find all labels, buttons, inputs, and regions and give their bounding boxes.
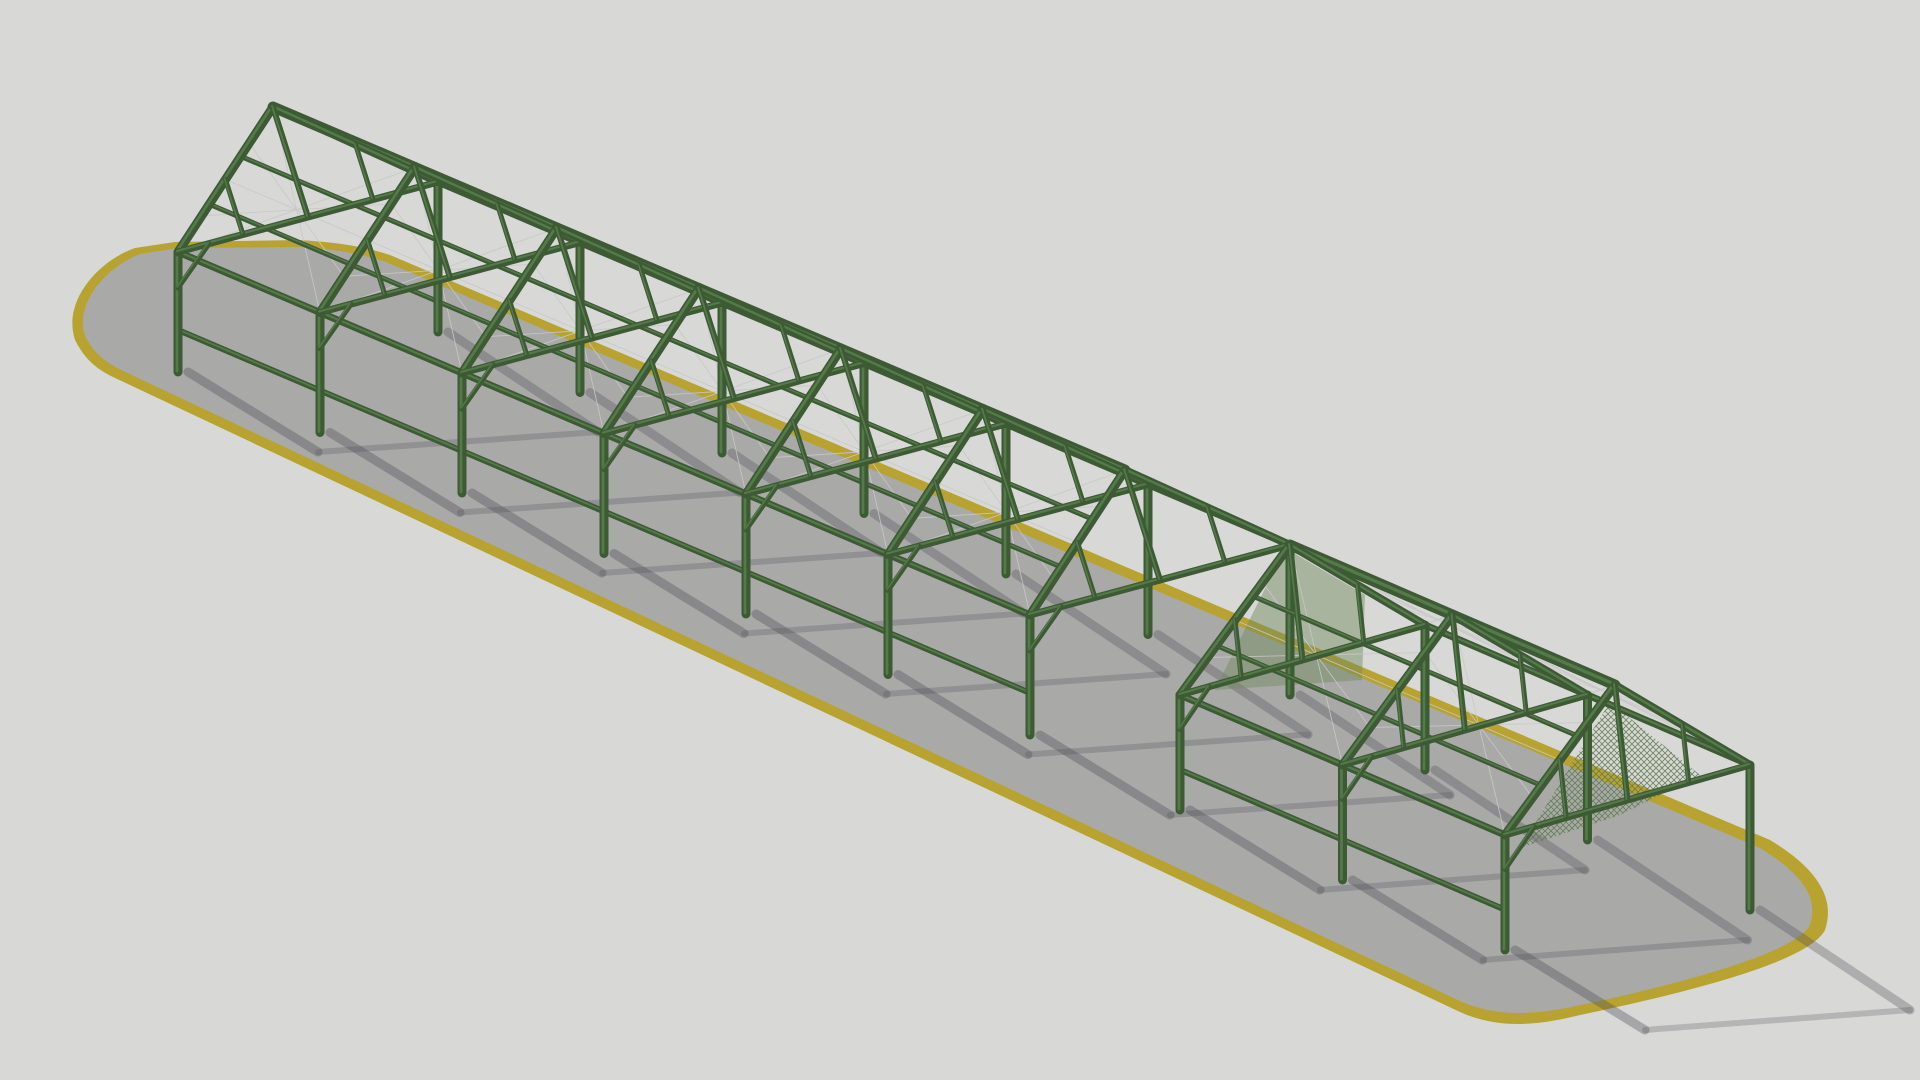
render-scene xyxy=(0,0,1920,1080)
canopy-render xyxy=(0,0,1920,1080)
